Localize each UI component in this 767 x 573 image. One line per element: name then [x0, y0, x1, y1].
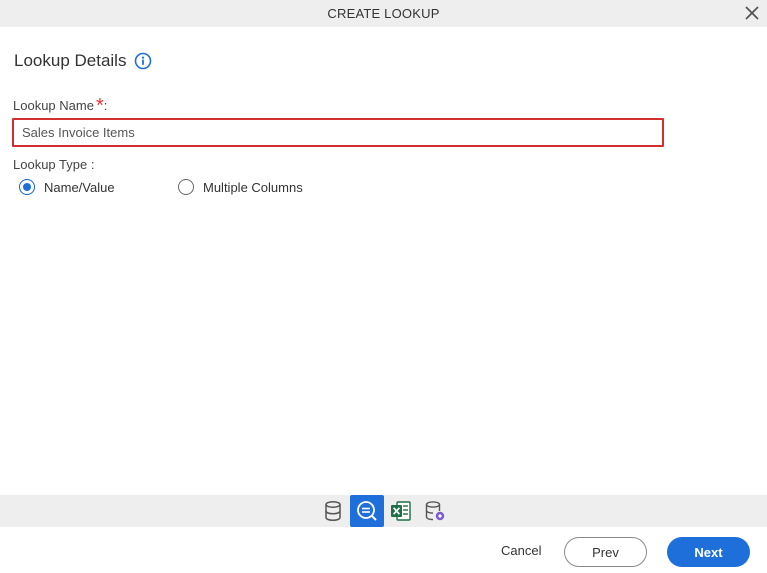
prev-button[interactable]: Prev — [564, 537, 647, 567]
lookup-type-label: Lookup Type : — [13, 157, 95, 172]
radio-multiple-columns[interactable]: Multiple Columns — [178, 179, 303, 195]
next-button[interactable]: Next — [667, 537, 750, 567]
radio-button-unchecked[interactable] — [178, 179, 194, 195]
close-icon[interactable] — [743, 4, 761, 22]
source-toolbar — [0, 495, 767, 527]
radio-button-checked[interactable] — [19, 179, 35, 195]
excel-icon[interactable] — [384, 495, 418, 527]
radio-name-value[interactable]: Name/Value — [19, 179, 115, 195]
database-settings-icon[interactable] — [418, 495, 452, 527]
section-header: Lookup Details — [14, 51, 152, 71]
radio-multiple-columns-label: Multiple Columns — [203, 179, 303, 195]
cancel-button[interactable]: Cancel — [501, 543, 541, 558]
dialog-title-bar: CREATE LOOKUP — [0, 0, 767, 27]
info-icon[interactable] — [134, 52, 152, 70]
required-asterisk: * — [95, 95, 104, 117]
dialog-title: CREATE LOOKUP — [327, 6, 440, 21]
lookup-name-colon: : — [103, 98, 108, 113]
section-title: Lookup Details — [14, 51, 127, 70]
lookup-name-label: Lookup Name *: — [13, 93, 108, 117]
lookup-name-label-text: Lookup Name — [13, 98, 94, 113]
lookup-name-input[interactable] — [12, 118, 664, 147]
lookup-search-icon[interactable] — [349, 495, 384, 527]
radio-name-value-label: Name/Value — [44, 179, 115, 195]
database-icon[interactable] — [316, 495, 350, 527]
